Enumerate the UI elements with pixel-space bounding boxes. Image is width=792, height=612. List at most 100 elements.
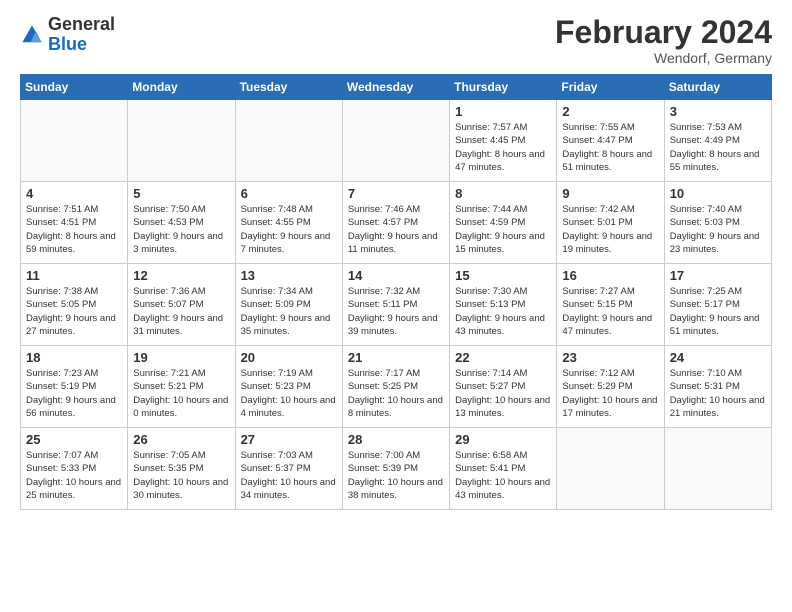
day-info: Sunrise: 7:05 AMSunset: 5:35 PMDaylight:… [133,449,229,502]
day-info: Sunrise: 7:30 AMSunset: 5:13 PMDaylight:… [455,285,551,338]
day-info: Sunrise: 7:55 AMSunset: 4:47 PMDaylight:… [562,121,658,174]
calendar-cell: 5Sunrise: 7:50 AMSunset: 4:53 PMDaylight… [128,182,235,264]
calendar-cell: 1 Sunrise: 7:57 AMSunset: 4:45 PMDaylight… [450,100,557,182]
day-info: Sunrise: 7:14 AMSunset: 5:27 PMDaylight:… [455,367,551,420]
calendar-cell: 19 Sunrise: 7:21 AMSunset: 5:21 PMDayligh… [128,346,235,428]
calendar-cell: 26 Sunrise: 7:05 AMSunset: 5:35 PMDayligh… [128,428,235,510]
logo-icon [20,23,44,47]
header: General Blue February 2024 Wendorf, Germ… [20,15,772,66]
day-info: Sunrise: 7:23 AMSunset: 5:19 PMDaylight:… [26,367,122,420]
day-info: Sunrise: 7:32 AMSunset: 5:11 PMDaylight:… [348,285,444,338]
calendar-cell: 17 Sunrise: 7:25 AMSunset: 5:17 PMDayligh… [664,264,771,346]
day-number: 24 [670,350,766,365]
calendar-title: February 2024 [555,15,772,50]
day-info: Sunrise: 7:36 AMSunset: 5:07 PMDaylight:… [133,285,229,338]
col-friday: Friday [557,75,664,100]
day-info: Sunrise: 7:19 AMSunset: 5:23 PMDaylight:… [241,367,337,420]
calendar-cell: 15 Sunrise: 7:30 AMSunset: 5:13 PMDayligh… [450,264,557,346]
calendar-cell: 8Sunrise: 7:44 AMSunset: 4:59 PMDaylight… [450,182,557,264]
day-number: 17 [670,268,766,283]
calendar-cell: 2 Sunrise: 7:55 AMSunset: 4:47 PMDaylight… [557,100,664,182]
day-number: 29 [455,432,551,447]
day-number: 14 [348,268,444,283]
calendar-table: Sunday Monday Tuesday Wednesday Thursday… [20,74,772,510]
calendar-cell: 28 Sunrise: 7:00 AMSunset: 5:39 PMDayligh… [342,428,449,510]
calendar-page: General Blue February 2024 Wendorf, Germ… [0,0,792,520]
calendar-week-1: 1 Sunrise: 7:57 AMSunset: 4:45 PMDaylight… [21,100,772,182]
calendar-cell: 27Sunrise: 7:03 AMSunset: 5:37 PMDayligh… [235,428,342,510]
day-number: 21 [348,350,444,365]
day-number: 15 [455,268,551,283]
day-number: 26 [133,432,229,447]
calendar-cell: 21 Sunrise: 7:17 AMSunset: 5:25 PMDayligh… [342,346,449,428]
day-info: Sunrise: 7:25 AMSunset: 5:17 PMDaylight:… [670,285,766,338]
day-info: Sunrise: 7:00 AMSunset: 5:39 PMDaylight:… [348,449,444,502]
col-tuesday: Tuesday [235,75,342,100]
day-number: 9 [562,186,658,201]
day-number: 25 [26,432,122,447]
calendar-cell: 14 Sunrise: 7:32 AMSunset: 5:11 PMDayligh… [342,264,449,346]
calendar-cell: 29 Sunrise: 6:58 AMSunset: 5:41 PMDayligh… [450,428,557,510]
calendar-cell: 18 Sunrise: 7:23 AMSunset: 5:19 PMDayligh… [21,346,128,428]
calendar-cell: 22 Sunrise: 7:14 AMSunset: 5:27 PMDayligh… [450,346,557,428]
day-number: 2 [562,104,658,119]
calendar-subtitle: Wendorf, Germany [555,50,772,66]
header-row: Sunday Monday Tuesday Wednesday Thursday… [21,75,772,100]
day-number: 23 [562,350,658,365]
day-info: Sunrise: 7:38 AMSunset: 5:05 PMDaylight:… [26,285,122,338]
calendar-cell: 10 Sunrise: 7:40 AMSunset: 5:03 PMDayligh… [664,182,771,264]
day-info: Sunrise: 7:17 AMSunset: 5:25 PMDaylight:… [348,367,444,420]
day-info: Sunrise: 7:57 AMSunset: 4:45 PMDaylight:… [455,121,551,174]
logo-text: General Blue [48,15,115,55]
day-info: Sunrise: 7:21 AMSunset: 5:21 PMDaylight:… [133,367,229,420]
day-number: 22 [455,350,551,365]
day-info: Sunrise: 7:40 AMSunset: 5:03 PMDaylight:… [670,203,766,256]
calendar-cell: 4 Sunrise: 7:51 AMSunset: 4:51 PMDaylight… [21,182,128,264]
day-number: 10 [670,186,766,201]
col-sunday: Sunday [21,75,128,100]
day-info: Sunrise: 7:07 AMSunset: 5:33 PMDaylight:… [26,449,122,502]
calendar-cell: 3Sunrise: 7:53 AMSunset: 4:49 PMDaylight… [664,100,771,182]
calendar-week-2: 4 Sunrise: 7:51 AMSunset: 4:51 PMDaylight… [21,182,772,264]
day-number: 19 [133,350,229,365]
day-number: 13 [241,268,337,283]
calendar-cell [342,100,449,182]
day-info: Sunrise: 7:10 AMSunset: 5:31 PMDaylight:… [670,367,766,420]
calendar-cell [235,100,342,182]
calendar-cell [557,428,664,510]
calendar-cell [128,100,235,182]
calendar-cell [664,428,771,510]
col-wednesday: Wednesday [342,75,449,100]
calendar-cell: 23Sunrise: 7:12 AMSunset: 5:29 PMDayligh… [557,346,664,428]
day-info: Sunrise: 7:48 AMSunset: 4:55 PMDaylight:… [241,203,337,256]
day-number: 28 [348,432,444,447]
day-number: 11 [26,268,122,283]
day-number: 16 [562,268,658,283]
day-info: Sunrise: 7:46 AMSunset: 4:57 PMDaylight:… [348,203,444,256]
day-number: 12 [133,268,229,283]
calendar-cell: 9 Sunrise: 7:42 AMSunset: 5:01 PMDaylight… [557,182,664,264]
day-number: 4 [26,186,122,201]
calendar-cell: 6 Sunrise: 7:48 AMSunset: 4:55 PMDaylight… [235,182,342,264]
calendar-cell: 25 Sunrise: 7:07 AMSunset: 5:33 PMDayligh… [21,428,128,510]
day-number: 6 [241,186,337,201]
calendar-cell: 20 Sunrise: 7:19 AMSunset: 5:23 PMDayligh… [235,346,342,428]
col-thursday: Thursday [450,75,557,100]
day-number: 18 [26,350,122,365]
col-monday: Monday [128,75,235,100]
col-saturday: Saturday [664,75,771,100]
calendar-cell: 16Sunrise: 7:27 AMSunset: 5:15 PMDayligh… [557,264,664,346]
day-number: 1 [455,104,551,119]
day-info: Sunrise: 7:42 AMSunset: 5:01 PMDaylight:… [562,203,658,256]
calendar-week-3: 11 Sunrise: 7:38 AMSunset: 5:05 PMDayligh… [21,264,772,346]
day-info: Sunrise: 7:34 AMSunset: 5:09 PMDaylight:… [241,285,337,338]
day-info: Sunrise: 7:03 AMSunset: 5:37 PMDaylight:… [241,449,337,502]
day-info: Sunrise: 7:53 AMSunset: 4:49 PMDaylight:… [670,121,766,174]
day-info: Sunrise: 7:51 AMSunset: 4:51 PMDaylight:… [26,203,122,256]
day-number: 8 [455,186,551,201]
day-number: 20 [241,350,337,365]
calendar-week-5: 25 Sunrise: 7:07 AMSunset: 5:33 PMDayligh… [21,428,772,510]
title-area: February 2024 Wendorf, Germany [555,15,772,66]
day-info: Sunrise: 6:58 AMSunset: 5:41 PMDaylight:… [455,449,551,502]
calendar-cell: 7Sunrise: 7:46 AMSunset: 4:57 PMDaylight… [342,182,449,264]
